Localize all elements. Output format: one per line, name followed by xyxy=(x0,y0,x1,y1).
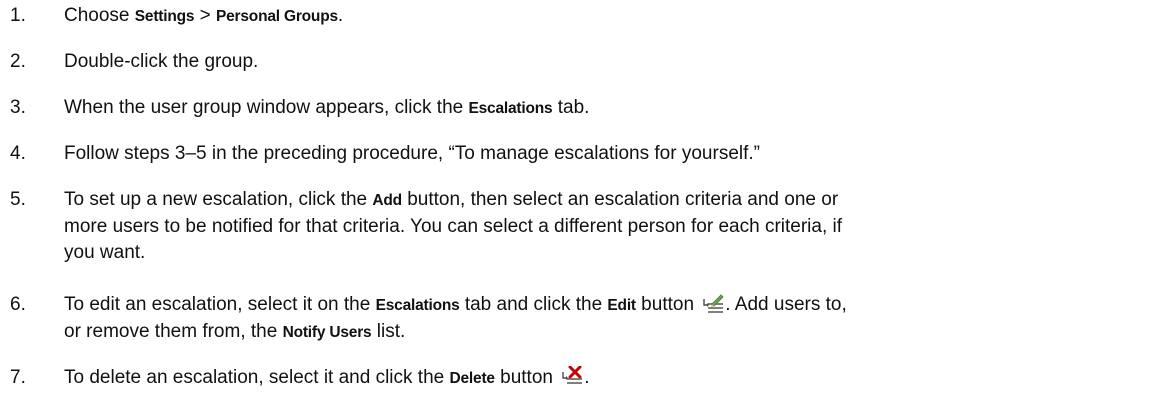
step-number: 3. xyxy=(10,97,26,118)
step-3: 3. When the user group window appears, c… xyxy=(0,95,1167,122)
step-4: 4. Follow steps 3–5 in the preceding pro… xyxy=(0,141,1167,167)
notify-users-term: Notify Users xyxy=(282,324,372,341)
procedure-steps: 1. Choose Settings > Personal Groups. 2.… xyxy=(0,0,1167,415)
step-text: To set up a new escalation, click the Ad… xyxy=(64,189,843,263)
step-number: 4. xyxy=(10,143,26,164)
step-text: Choose Settings > Personal Groups. xyxy=(64,5,344,26)
step-text: Double-click the group. xyxy=(64,51,259,72)
step-1: 1. Choose Settings > Personal Groups. xyxy=(0,3,1167,30)
step-text: To delete an escalation, select it and c… xyxy=(64,366,590,388)
step-number: 5. xyxy=(10,189,26,210)
edit-escalation-icon xyxy=(703,293,725,313)
step-2: 2. Double-click the group. xyxy=(0,49,1167,75)
step-6: 6. To edit an escalation, select it on t… xyxy=(0,292,1167,346)
add-button-term: Add xyxy=(372,192,402,209)
settings-menu-term: Settings xyxy=(134,8,195,25)
step-number: 6. xyxy=(10,294,26,315)
step-number: 1. xyxy=(10,5,26,26)
escalations-tab-term: Escalations xyxy=(375,297,460,314)
step-7: 7. To delete an escalation, select it an… xyxy=(0,365,1167,392)
step-text: Follow steps 3–5 in the preceding proced… xyxy=(64,143,760,164)
delete-escalation-icon xyxy=(562,366,584,386)
escalations-tab-term: Escalations xyxy=(468,100,553,117)
step-text: When the user group window appears, clic… xyxy=(64,97,590,118)
delete-button-term: Delete xyxy=(449,370,496,387)
step-number: 7. xyxy=(10,367,26,388)
edit-button-term: Edit xyxy=(607,297,636,314)
step-number: 2. xyxy=(10,51,26,72)
step-5: 5. To set up a new escalation, click the… xyxy=(0,187,1167,266)
personal-groups-term: Personal Groups xyxy=(215,8,338,25)
step-text: To edit an escalation, select it on the … xyxy=(64,293,847,342)
